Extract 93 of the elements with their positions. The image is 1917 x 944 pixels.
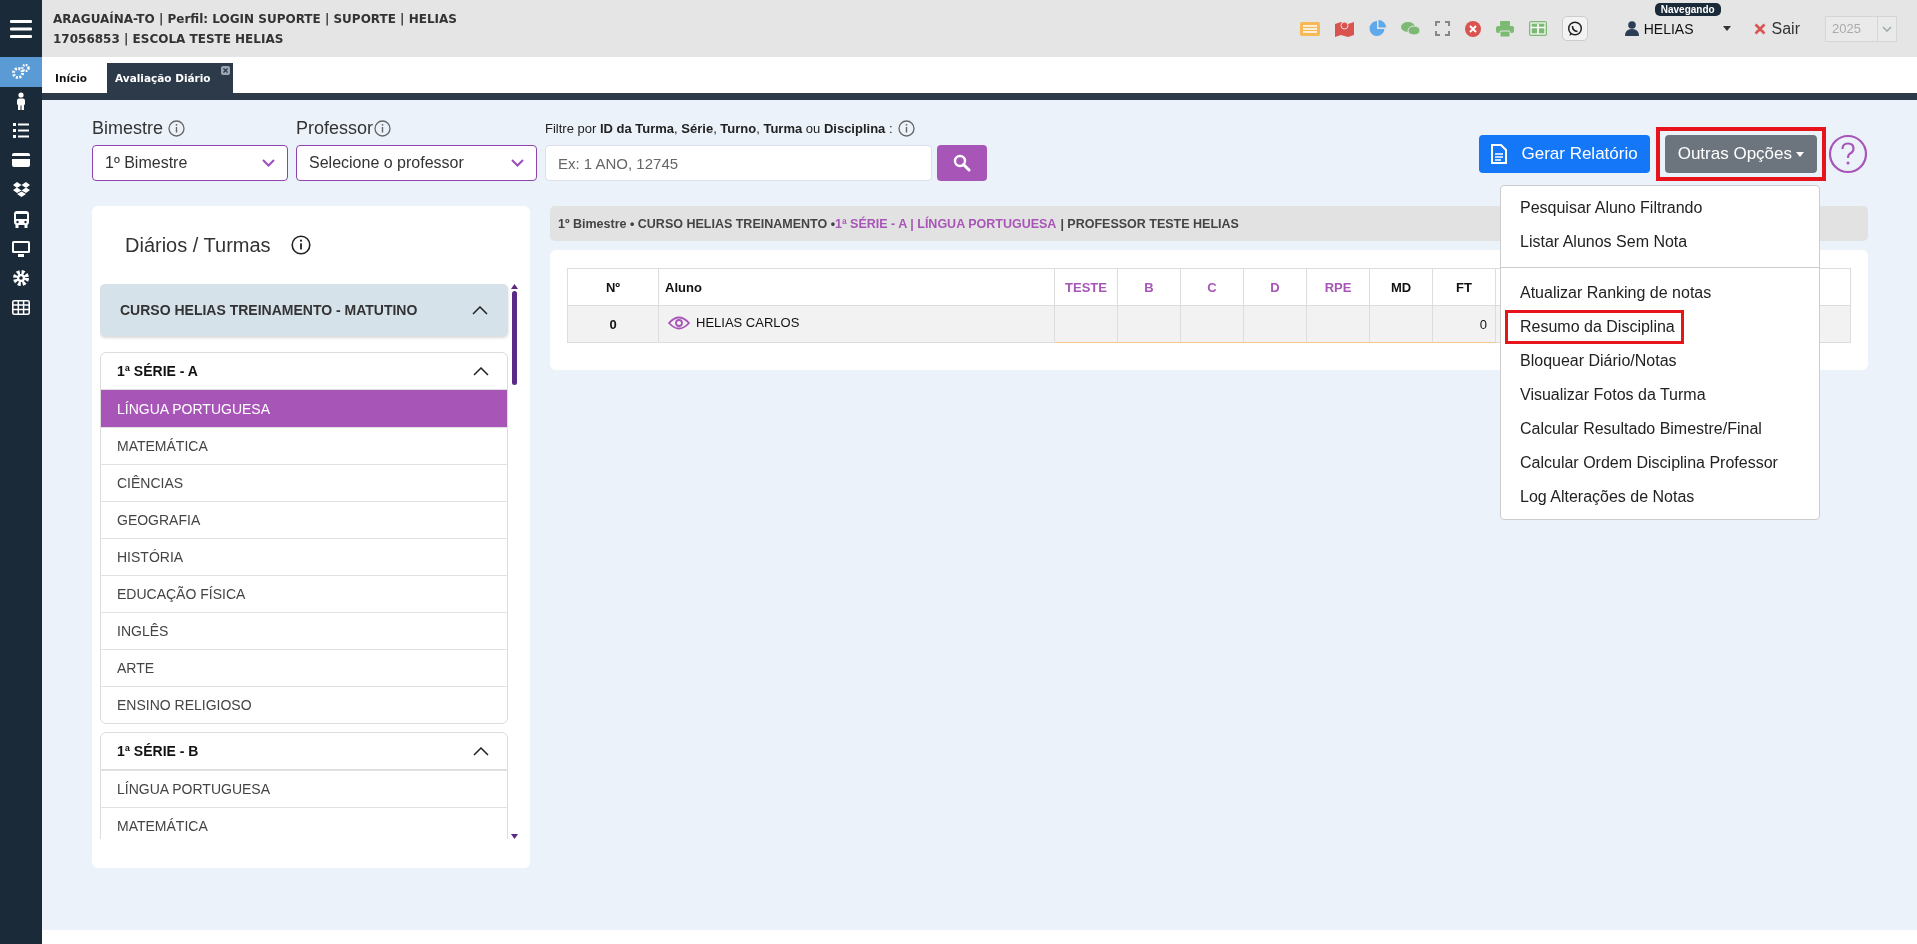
chevron-down-icon — [1882, 25, 1892, 32]
map-icon[interactable] — [1334, 20, 1354, 37]
menu-item[interactable]: Log Alterações de Notas — [1505, 480, 1704, 514]
boxes-icon — [12, 182, 30, 198]
close-circle-icon[interactable] — [1464, 20, 1481, 37]
whatsapp-button[interactable] — [1561, 16, 1588, 41]
chevron-down-icon — [511, 159, 524, 167]
menu-item[interactable]: Atualizar Ranking de notas — [1505, 276, 1721, 310]
whatsapp-icon — [1566, 20, 1583, 37]
caret-icon — [1796, 151, 1804, 157]
scrollbar[interactable] — [511, 284, 518, 839]
professor-select[interactable]: Selecione o professor — [296, 145, 537, 181]
field-label: Filtre por ID da Turma, Série, Turno, Turma ou Disciplina : — [545, 120, 893, 136]
logout-link[interactable]: Sair — [1753, 19, 1800, 38]
chevron-icon — [473, 366, 489, 376]
subject-item[interactable]: LÍNGUA PORTUGUESA — [101, 390, 507, 427]
subject-item[interactable]: ENSINO RELIGIOSO — [101, 686, 507, 723]
table-cell — [1306, 305, 1370, 343]
monitor-icon — [12, 240, 30, 257]
subject-item[interactable]: HISTÓRIA — [101, 538, 507, 575]
chevron-icon — [472, 305, 488, 315]
table-cell: 0 — [1432, 305, 1496, 343]
info-icon[interactable] — [290, 235, 311, 255]
student-name: HELIAS CARLOS — [696, 315, 800, 331]
subject-item[interactable]: MATEMÁTICA — [101, 807, 507, 839]
user-name[interactable]: HELIAS — [1643, 20, 1694, 37]
bus-icon — [13, 210, 29, 228]
close-icon — [1753, 22, 1766, 35]
search-icon — [953, 154, 971, 172]
menu-item[interactable]: Calcular Ordem Disciplina Professor — [1505, 446, 1787, 480]
subject-item[interactable]: CIÊNCIAS — [101, 464, 507, 501]
list-icon — [13, 123, 29, 139]
gears-icon — [12, 63, 30, 80]
table-cell: 0 — [567, 305, 659, 343]
table-cell — [1369, 305, 1433, 343]
menu-item[interactable]: Resumo da Disciplina — [1505, 310, 1684, 344]
table-cell — [1180, 305, 1244, 343]
chevron-icon — [473, 746, 489, 756]
menu-icon[interactable] — [10, 19, 32, 38]
subject-item[interactable]: INGLÊS — [101, 612, 507, 649]
field-label: Bimestre — [92, 117, 163, 139]
search-field[interactable]: Ex: 1 ANO, 12745 — [545, 145, 932, 181]
column-header: TESTE — [1054, 268, 1118, 306]
column-header: Nº — [567, 268, 659, 306]
tab[interactable]: Avaliação Diário — [107, 63, 233, 93]
scroll-up-icon[interactable] — [511, 284, 518, 289]
header-info-text: 17056853 | ESCOLA TESTE HELIAS — [53, 30, 285, 48]
menu-item[interactable]: Visualizar Fotos da Turma — [1505, 378, 1715, 412]
options-dropdown-button[interactable]: Outras Opções — [1664, 135, 1817, 173]
panel-title: Diários / Turmas — [125, 233, 271, 257]
column-header: MD — [1369, 268, 1433, 306]
table-cell — [1243, 305, 1307, 343]
subject-item[interactable]: LÍNGUA PORTUGUESA — [101, 770, 507, 807]
document-icon — [1491, 144, 1508, 164]
column-header: B — [1117, 268, 1181, 306]
column-header: D — [1243, 268, 1307, 306]
person-icon — [15, 92, 27, 111]
fullscreen-icon[interactable] — [1434, 21, 1450, 36]
header-info-text: ARAGUAÍNA-TO | Perfil: LOGIN SUPORTE | SUPORTE | HELIAS — [53, 10, 457, 28]
search-button[interactable] — [937, 145, 987, 181]
class-accordion-header[interactable]: 1ª SÉRIE - B — [101, 733, 507, 770]
column-header: C — [1180, 268, 1244, 306]
menu-item[interactable]: Listar Alunos Sem Nota — [1505, 225, 1697, 259]
help-icon[interactable] — [1828, 134, 1868, 174]
course-accordion-header[interactable]: CURSO HELIAS TREINAMENTO - MATUTINO — [100, 284, 508, 336]
settings-icon — [13, 270, 29, 287]
user-icon — [1624, 21, 1639, 36]
scroll-down-icon[interactable] — [511, 834, 518, 839]
tab[interactable]: Início — [53, 63, 100, 93]
table-icon — [12, 300, 30, 316]
field-label: Professor — [296, 117, 374, 139]
breadcrumb-text: 1º Bimestre • CURSO HELIAS TREINAMENTO • — [558, 216, 836, 231]
caret-icon[interactable] — [1722, 26, 1731, 31]
close-icon[interactable] — [220, 66, 230, 75]
subject-item[interactable]: EDUCAÇÃO FÍSICA — [101, 575, 507, 612]
table-cell — [1117, 305, 1181, 343]
breadcrumb-text: | PROFESSOR TESTE HELIAS — [1060, 216, 1239, 231]
eye-icon[interactable] — [668, 315, 690, 330]
breadcrumb-text: 1ª SÉRIE - A | LÍNGUA PORTUGUESA — [835, 216, 1057, 231]
menu-item[interactable]: Bloquear Diário/Notas — [1505, 344, 1686, 378]
subject-item[interactable]: MATEMÁTICA — [101, 427, 507, 464]
status-tooltip: Navegando — [1654, 2, 1721, 16]
column-header: FT — [1432, 268, 1496, 306]
menu-item[interactable]: Calcular Resultado Bimestre/Final — [1505, 412, 1771, 446]
column-header: Aluno — [658, 268, 1055, 306]
bimestre-select[interactable]: 1º Bimestre — [92, 145, 288, 181]
credit-card-icon — [12, 153, 30, 168]
menu-item[interactable]: Pesquisar Aluno Filtrando — [1505, 191, 1712, 225]
subject-item[interactable]: GEOGRAFIA — [101, 501, 507, 538]
subject-item[interactable]: ARTE — [101, 649, 507, 686]
column-header: RPE — [1306, 268, 1370, 306]
report-button[interactable]: Gerar Relatório — [1479, 135, 1650, 173]
chevron-down-icon — [262, 159, 275, 167]
